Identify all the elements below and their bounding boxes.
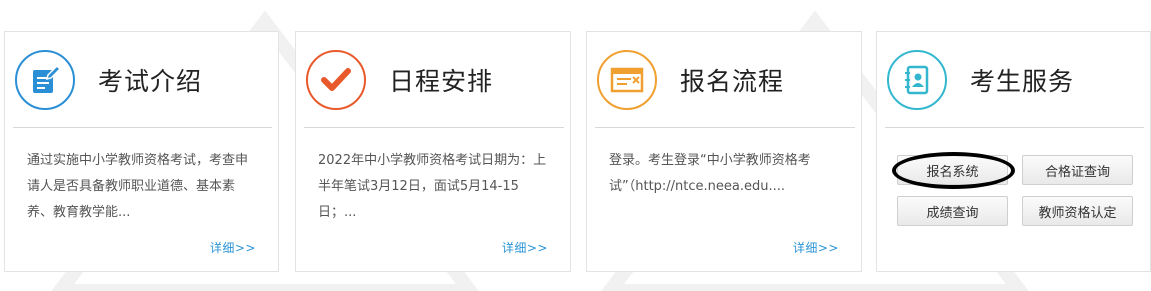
card-exam-intro: 考试介绍 通过实施中小学教师资格考试，考查申请人是否具备教师职业道德、基本素养、…	[4, 31, 279, 272]
more-link[interactable]: 详细>>	[793, 239, 839, 256]
card-title: 考生服务	[970, 67, 1075, 96]
card-description: 登录。考生登录“中小学教师资格考试”（http://ntce.neea.edu.…	[609, 153, 811, 194]
card-description: 通过实施中小学教师资格考试，考查申请人是否具备教师职业道德、基本素养、教育教学能…	[27, 153, 249, 220]
card-description: 2022年中小学教师资格考试日期为：上半年笔试3月12日，面试5月14-15日；…	[318, 153, 547, 220]
registration-system-button[interactable]: 报名系统	[897, 155, 1008, 185]
card-candidate-services: 考生服务	[876, 31, 1151, 272]
certificate-query-button[interactable]: 合格证查询	[1022, 155, 1133, 185]
more-link[interactable]: 详细>>	[210, 239, 256, 256]
card-title: 报名流程	[680, 67, 785, 96]
card-icon-circle	[15, 50, 75, 110]
card-icon-circle	[887, 50, 947, 110]
divider	[13, 127, 272, 128]
more-link[interactable]: 详细>>	[502, 239, 548, 256]
score-query-button[interactable]: 成绩查询	[897, 196, 1008, 226]
card-schedule: 日程安排 2022年中小学教师资格考试日期为：上半年笔试3月12日，面试5月14…	[295, 31, 571, 272]
card-icon-circle	[597, 50, 657, 110]
check-mark-icon	[321, 68, 351, 91]
browser-form-icon	[610, 67, 644, 93]
contacts-book-icon	[905, 65, 929, 95]
document-edit-icon	[33, 64, 62, 93]
divider	[304, 127, 564, 128]
teacher-certification-button[interactable]: 教师资格认定	[1022, 196, 1133, 226]
divider	[885, 127, 1144, 128]
card-registration-process: 报名流程 登录。考生登录“中小学教师资格考试”（http://ntce.neea…	[586, 31, 862, 272]
card-title: 考试介绍	[98, 67, 203, 96]
divider	[595, 127, 855, 128]
card-title: 日程安排	[389, 67, 494, 96]
card-icon-circle	[306, 50, 366, 110]
